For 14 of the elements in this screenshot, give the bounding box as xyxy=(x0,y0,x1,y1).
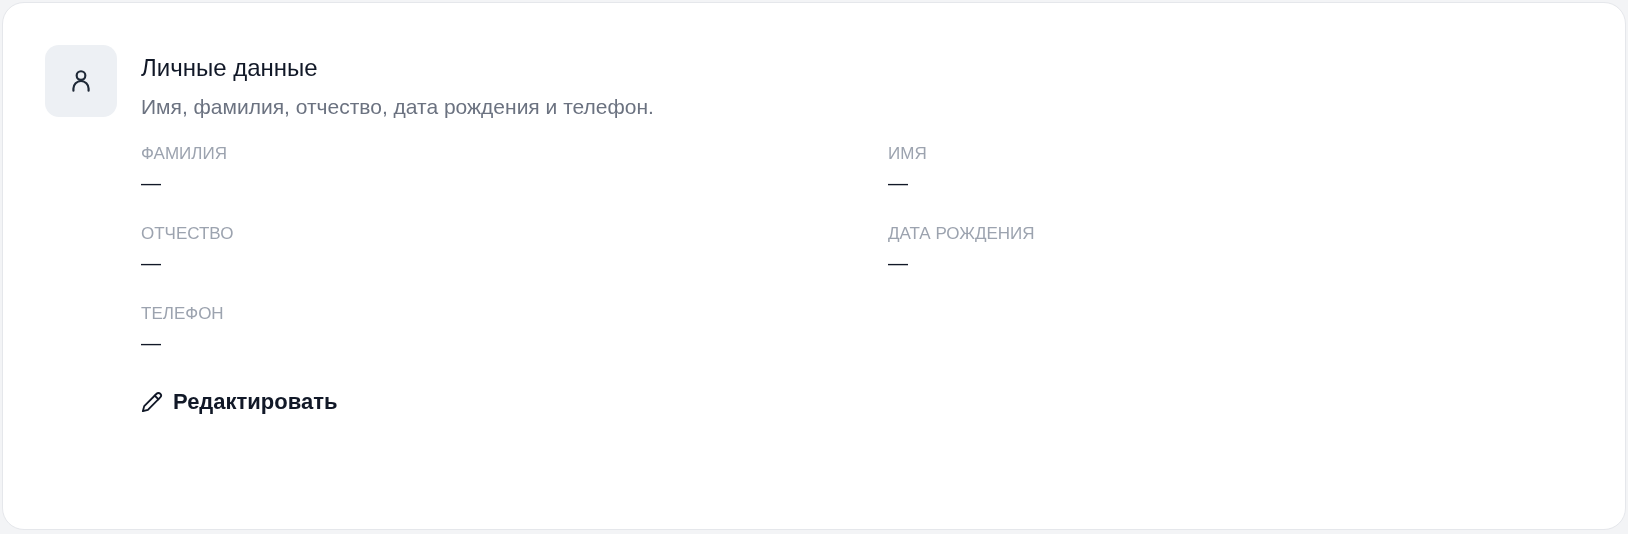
field-value: — xyxy=(141,171,162,196)
field-label: ФАМИЛИЯ xyxy=(141,143,228,165)
field-label: ДАТА РОЖДЕНИЯ xyxy=(888,223,1036,245)
edit-button[interactable]: Редактировать xyxy=(141,385,338,418)
field-label: ОТЧЕСТВО xyxy=(141,223,235,245)
field-value: — xyxy=(141,331,162,356)
field-value: — xyxy=(141,251,162,276)
field-value: — xyxy=(888,251,909,276)
section-title: Личные данные xyxy=(141,53,319,83)
field-label: ТЕЛЕФОН xyxy=(141,303,225,325)
field-label: ИМЯ xyxy=(888,143,928,165)
pencil-icon xyxy=(141,390,163,413)
section-subtitle: Имя, фамилия, отчество, дата рождения и телефон. xyxy=(141,94,655,120)
field-value: — xyxy=(888,171,909,196)
